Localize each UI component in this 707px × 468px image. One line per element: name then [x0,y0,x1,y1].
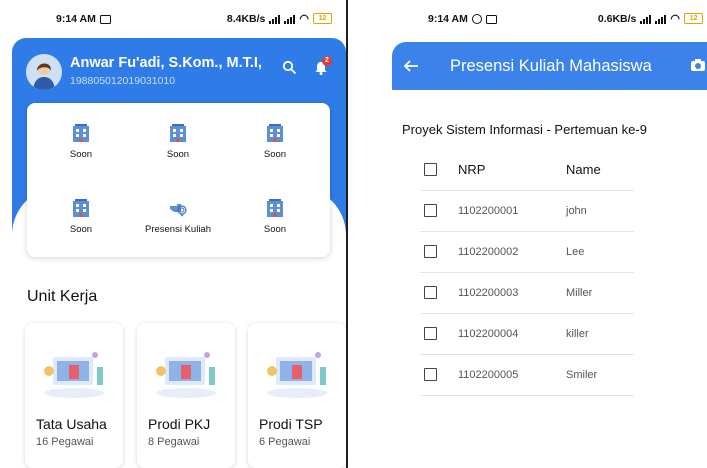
menu-item-soon-5[interactable]: Soon [230,198,320,235]
unit-count: 16 Pegawai [36,436,94,448]
office-illustration-icon [156,352,216,398]
table-row: 1102200004 killer [420,314,634,355]
row-checkbox[interactable] [424,245,437,258]
cell-name: john [566,205,587,217]
cell-name: Lee [566,246,585,258]
cell-name: Smiler [566,369,598,381]
profile-id: 198805012019031010 [70,75,176,87]
app-bar: Presensi Kuliah Mahasiswa [392,42,707,90]
network-speed: 0.6KB/s [597,12,637,25]
column-header-nrp: NRP [458,162,486,177]
building-icon [73,199,89,217]
row-checkbox[interactable] [424,368,437,381]
select-all-checkbox[interactable] [424,163,437,176]
battery-icon: 12 [684,13,703,24]
table-row: 1102200001 john [420,191,634,232]
fingerprint-hand-icon [170,204,187,217]
notification-badge: 2 [322,56,332,66]
search-icon[interactable] [282,60,296,74]
cell-name: Miller [566,287,593,299]
building-icon [267,124,283,142]
status-bar: 9:14 AM 8.4KB/s ◠ 12 [12,0,346,38]
unit-count: 6 Pegawai [259,436,311,448]
menu-card: Soon Soon Soon Soon Presensi Kuliah Soon [27,103,330,257]
unit-count: 8 Pegawai [148,436,200,448]
row-checkbox[interactable] [424,286,437,299]
gallery-icon [485,14,497,24]
unit-card-prodi-tsp[interactable]: Prodi TSP 6 Pegawai [248,323,346,468]
unit-name: Prodi TSP [259,416,323,432]
table-header-row: NRP Name [420,150,634,191]
wifi-icon: ◠ [299,13,309,25]
building-icon [73,124,89,142]
signal-icon [655,14,667,24]
wifi-icon: ◠ [670,13,680,25]
page-title: Presensi Kuliah Mahasiswa [450,57,652,75]
menu-item-soon-1[interactable]: Soon [36,123,126,160]
menu-item-soon-2[interactable]: Soon [133,123,223,160]
cell-nrp: 1102200004 [458,328,519,340]
screen-divider [346,0,348,468]
cell-name: killer [566,328,589,340]
table-row: 1102200003 Miller [420,273,634,314]
column-header-name: Name [566,162,601,177]
office-illustration-icon [44,352,104,398]
profile-name: Anwar Fu'adi, S.Kom., M.T.I, [70,55,262,71]
table-row: 1102200002 Lee [420,232,634,273]
signal-icon [640,14,652,24]
menu-item-presensi-kuliah[interactable]: Presensi Kuliah [133,198,223,235]
cell-nrp: 1102200001 [458,205,519,217]
menu-item-soon-3[interactable]: Soon [230,123,320,160]
row-checkbox[interactable] [424,204,437,217]
battery-icon: 12 [313,13,332,24]
camera-icon[interactable] [690,58,706,72]
unit-card-tata-usaha[interactable]: Tata Usaha 16 Pegawai [25,323,123,468]
row-checkbox[interactable] [424,327,437,340]
gallery-icon [99,14,111,24]
avatar[interactable] [26,54,62,90]
building-icon [267,199,283,217]
back-arrow-icon[interactable] [402,57,420,75]
building-icon [170,124,186,142]
student-table: NRP Name 1102200001 john 1102200002 Lee … [420,150,634,396]
menu-item-soon-4[interactable]: Soon [36,198,126,235]
network-speed: 8.4KB/s [226,12,266,25]
cell-nrp: 1102200002 [458,246,519,258]
status-time: 9:14 AM [428,13,468,25]
unit-card-prodi-pkj[interactable]: Prodi PKJ 8 Pegawai [137,323,235,468]
whatsapp-icon [471,14,482,24]
unit-kerja-title: Unit Kerja [27,288,98,305]
unit-name: Prodi PKJ [148,416,211,432]
cell-nrp: 1102200005 [458,369,519,381]
status-bar: 9:14 AM 0.6KB/s ◠ 12 [392,0,707,38]
course-title: Proyek Sistem Informasi - Pertemuan ke-9 [402,122,647,137]
attendance-screen: 9:14 AM 0.6KB/s ◠ 12 Presensi Kuliah Mah… [392,0,707,468]
status-time: 9:14 AM [56,13,96,25]
home-screen: 9:14 AM 8.4KB/s ◠ 12 Anwar Fu'adi, S.Kom… [12,0,346,468]
cell-nrp: 1102200003 [458,287,519,299]
office-illustration-icon [267,352,327,398]
signal-icon [269,14,281,24]
unit-name: Tata Usaha [36,416,107,432]
table-row: 1102200005 Smiler [420,355,634,396]
signal-icon [284,14,296,24]
